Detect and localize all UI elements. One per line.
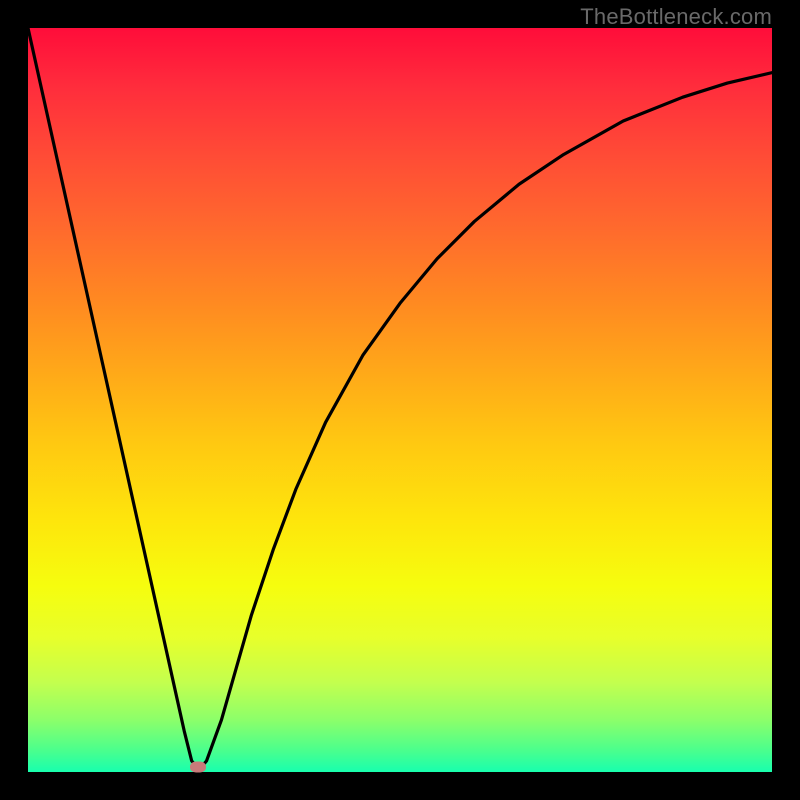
plot-area	[28, 28, 772, 772]
watermark-text: TheBottleneck.com	[580, 4, 772, 30]
chart-container: TheBottleneck.com	[0, 0, 800, 800]
curve-svg	[28, 28, 772, 772]
bottleneck-curve	[28, 28, 772, 770]
bottleneck-marker	[190, 761, 206, 772]
